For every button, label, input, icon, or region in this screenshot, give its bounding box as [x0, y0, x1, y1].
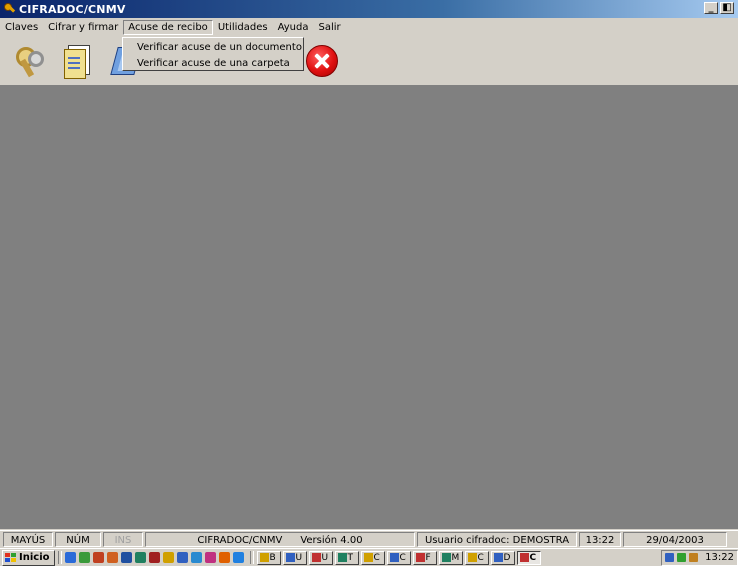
task-label: M — [451, 552, 460, 563]
task-button[interactable]: M — [438, 550, 463, 565]
quicklaunch-app-icon[interactable] — [106, 552, 118, 563]
restore-button[interactable]: ◧ — [720, 2, 734, 14]
keys-icon[interactable] — [10, 43, 46, 79]
menu-salir[interactable]: Salir — [313, 20, 345, 35]
document-icon[interactable] — [60, 43, 96, 79]
status-version: Versión 4.00 — [300, 535, 363, 546]
separator — [57, 551, 62, 564]
task-button[interactable]: F — [412, 550, 437, 565]
task-buttons: BUUTCCFMCDC — [256, 550, 543, 565]
windows-flag-icon — [5, 552, 16, 563]
acuse-dropdown-menu: Verificar acuse de un documento Verifica… — [122, 37, 304, 71]
task-label: U — [295, 552, 303, 563]
status-caps: MAYÚS — [3, 532, 53, 547]
task-label: T — [347, 552, 354, 563]
system-tray: 13:22 — [661, 549, 738, 566]
window-title: CIFRADOC/CNMV — [19, 2, 126, 16]
status-num: NÚM — [55, 532, 101, 547]
close-icon[interactable] — [304, 43, 340, 79]
menu-claves[interactable]: Claves — [0, 20, 43, 35]
status-app-info: CIFRADOC/CNMV Versión 4.00 — [145, 532, 415, 547]
quicklaunch-app-icon[interactable] — [190, 552, 202, 563]
task-label: C — [373, 552, 380, 563]
task-button[interactable]: D — [490, 550, 515, 565]
start-button[interactable]: Inicio — [2, 549, 55, 566]
task-button[interactable]: T — [334, 550, 359, 565]
status-app: CIFRADOC/CNMV — [197, 535, 283, 546]
taskbar-clock: 13:22 — [705, 552, 734, 563]
task-app-icon — [519, 553, 529, 562]
mdi-workspace — [0, 86, 738, 529]
quicklaunch-app-icon[interactable] — [78, 552, 90, 563]
quicklaunch-app-icon[interactable] — [162, 552, 174, 563]
task-label: C — [529, 552, 537, 563]
quicklaunch-app-icon[interactable] — [232, 552, 244, 563]
task-label: C — [399, 552, 406, 563]
task-button[interactable]: C — [516, 550, 541, 565]
task-label: C — [477, 552, 484, 563]
task-app-icon — [415, 553, 425, 562]
minimize-button[interactable]: _ — [704, 2, 718, 14]
menu-ayuda[interactable]: Ayuda — [273, 20, 314, 35]
network-icon[interactable] — [677, 553, 687, 562]
quicklaunch-app-icon[interactable] — [218, 552, 230, 563]
task-button[interactable]: U — [282, 550, 307, 565]
quicklaunch-app-icon[interactable] — [92, 552, 104, 563]
quicklaunch-app-icon[interactable] — [204, 552, 216, 563]
toolbar — [0, 37, 738, 113]
task-button[interactable]: C — [360, 550, 385, 565]
task-label: U — [321, 552, 329, 563]
title-bar[interactable]: CIFRADOC/CNMV _ ◧ — [0, 0, 738, 18]
taskbar: Inicio B U U T C C F M C D C 13:22 — [0, 548, 738, 566]
task-app-icon — [363, 553, 373, 562]
task-app-icon — [311, 553, 321, 562]
menu-bar: Claves Cifrar y firmar Acuse de recibo U… — [0, 18, 738, 37]
separator — [249, 551, 254, 564]
task-app-icon — [467, 553, 477, 562]
status-user: Usuario cifradoc: DEMOSTRA — [417, 532, 577, 547]
task-label: B — [269, 552, 276, 563]
verify-folder-item[interactable]: Verificar acuse de una carpeta — [123, 56, 303, 72]
task-label: D — [503, 552, 511, 563]
task-button[interactable]: C — [464, 550, 489, 565]
status-date: 29/04/2003 — [623, 532, 727, 547]
menu-utilidades[interactable]: Utilidades — [213, 20, 273, 35]
task-app-icon — [337, 553, 347, 562]
task-app-icon — [441, 553, 451, 562]
quicklaunch-app-icon[interactable] — [148, 552, 160, 563]
quicklaunch-app-icon[interactable] — [64, 552, 76, 563]
task-button[interactable]: U — [308, 550, 333, 565]
task-button[interactable]: C — [386, 550, 411, 565]
status-time: 13:22 — [579, 532, 621, 547]
task-label: F — [425, 552, 431, 563]
tray-app-icon[interactable] — [689, 553, 699, 562]
quick-launch-bar — [64, 552, 247, 563]
quicklaunch-app-icon[interactable] — [134, 552, 146, 563]
volume-icon[interactable] — [665, 553, 675, 562]
task-button[interactable]: B — [256, 550, 281, 565]
verify-document-item[interactable]: Verificar acuse de un documento — [123, 40, 303, 56]
task-app-icon — [389, 553, 399, 562]
quicklaunch-app-icon[interactable] — [120, 552, 132, 563]
status-bar: MAYÚS NÚM INS CIFRADOC/CNMV Versión 4.00… — [0, 530, 738, 548]
quicklaunch-app-icon[interactable] — [176, 552, 188, 563]
menu-acuse-recibo[interactable]: Acuse de recibo — [123, 20, 213, 35]
start-label: Inicio — [19, 552, 50, 563]
menu-cifrar-firmar[interactable]: Cifrar y firmar — [43, 20, 123, 35]
status-ins: INS — [103, 532, 143, 547]
app-key-icon — [4, 3, 16, 15]
task-app-icon — [285, 553, 295, 562]
task-app-icon — [259, 553, 269, 562]
task-app-icon — [493, 553, 503, 562]
